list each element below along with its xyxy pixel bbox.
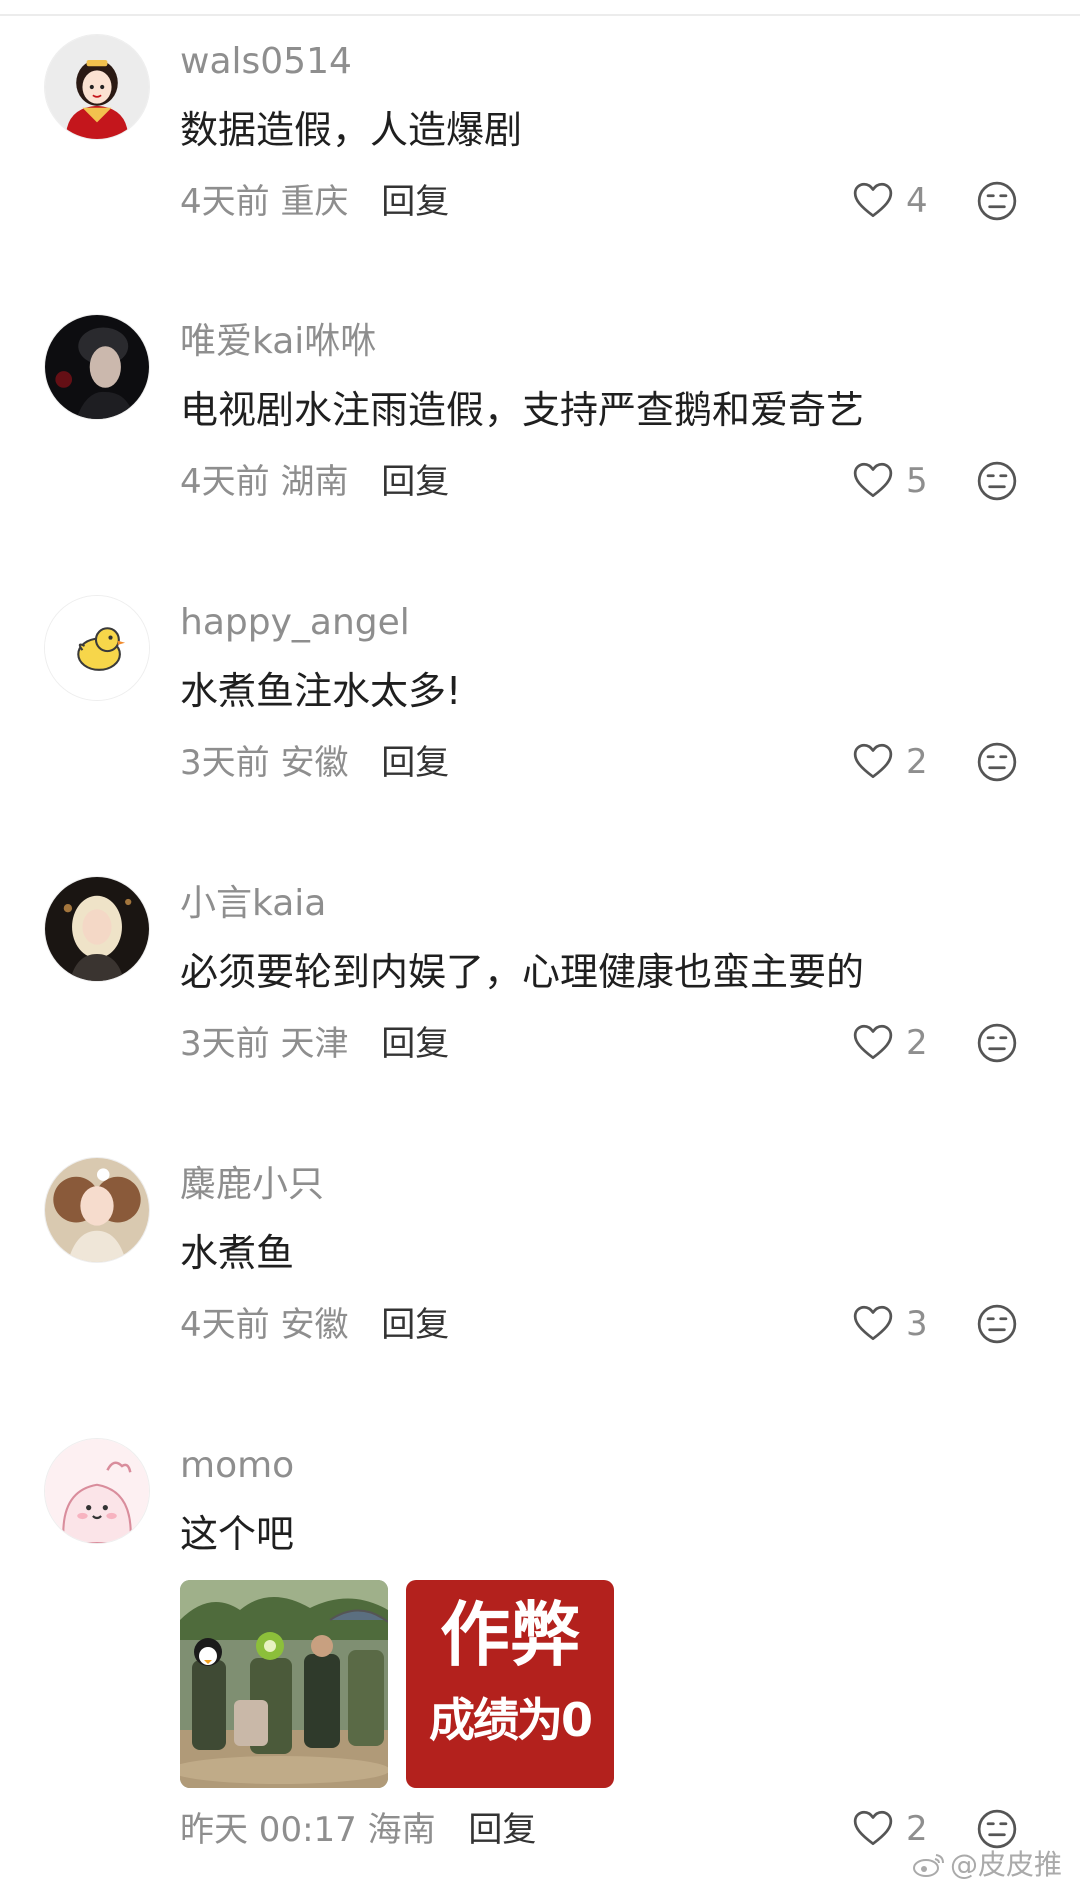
like-count: 2: [906, 742, 928, 782]
like-count: 5: [906, 461, 928, 501]
comment-image-photo[interactable]: [180, 1580, 388, 1788]
heart-outline-icon: [853, 1810, 893, 1846]
like-button[interactable]: 2: [852, 1804, 928, 1854]
neutral-face-icon: [977, 1304, 1017, 1344]
dislike-button[interactable]: [976, 1303, 1018, 1345]
watermark-text: @皮皮推: [950, 1848, 1063, 1881]
neutral-face-icon: [977, 1809, 1017, 1849]
like-button[interactable]: 5: [852, 456, 928, 506]
like-button[interactable]: 2: [852, 737, 928, 787]
comment-time: 4天前: [180, 462, 270, 502]
avatar[interactable]: [44, 1438, 150, 1544]
comment-meta: 4天前 安徽 回复: [180, 1303, 449, 1347]
weibo-logo-icon: [913, 1854, 944, 1877]
comment-location: 安徽: [280, 1305, 349, 1345]
reply-button[interactable]: 回复: [381, 1024, 449, 1064]
reply-button[interactable]: 回复: [381, 1305, 449, 1345]
avatar[interactable]: [44, 34, 150, 140]
like-count: 2: [906, 1809, 928, 1849]
comment-item: wals0514 数据造假，人造爆剧 4天前 重庆 回复 4: [0, 34, 1080, 314]
comment-text: 电视剧水注雨造假，支持严查鹅和爱奇艺: [180, 388, 865, 432]
comment-item: momo 这个吧 作弊 成绩为0 昨天 00:17 海南 回复 2: [0, 1438, 1080, 1878]
username[interactable]: momo: [180, 1444, 294, 1488]
dislike-button[interactable]: [976, 460, 1018, 502]
comment-text: 水煮鱼: [180, 1231, 295, 1275]
heart-outline-icon: [853, 1305, 893, 1341]
like-count: 2: [906, 1023, 928, 1063]
comment-time: 4天前: [180, 1305, 270, 1345]
heart-outline-icon: [853, 1024, 893, 1060]
comment-text: 这个吧: [180, 1512, 295, 1556]
username[interactable]: wals0514: [180, 40, 352, 84]
comment-text: 必须要轮到内娱了，心理健康也蛮主要的: [180, 950, 865, 994]
like-button[interactable]: 3: [852, 1299, 928, 1349]
dislike-button[interactable]: [976, 180, 1018, 222]
comment-meta: 4天前 重庆 回复: [180, 180, 449, 224]
dislike-button[interactable]: [976, 1808, 1018, 1850]
comment-location: 天津: [280, 1024, 349, 1064]
avatar[interactable]: [44, 1157, 150, 1263]
comment-image-text-card[interactable]: 作弊 成绩为0: [406, 1580, 614, 1788]
neutral-face-icon: [977, 742, 1017, 782]
dislike-button[interactable]: [976, 741, 1018, 783]
neutral-face-icon: [977, 461, 1017, 501]
reply-button[interactable]: 回复: [468, 1810, 536, 1850]
neutral-face-icon: [977, 1023, 1017, 1063]
reply-button[interactable]: 回复: [381, 462, 449, 502]
watermark: @皮皮推: [912, 1848, 1062, 1882]
heart-outline-icon: [853, 462, 893, 498]
comment-meta: 3天前 天津 回复: [180, 1022, 449, 1066]
comment-location: 重庆: [280, 182, 349, 222]
avatar[interactable]: [44, 314, 150, 420]
comment-location: 湖南: [280, 462, 349, 502]
avatar[interactable]: [44, 876, 150, 982]
comment-meta: 昨天 00:17 海南 回复: [180, 1808, 536, 1852]
comment-time: 4天前: [180, 182, 270, 222]
comment-time: 3天前: [180, 743, 270, 783]
comment-item: 麋鹿小只 水煮鱼 4天前 安徽 回复 3: [0, 1157, 1080, 1437]
image-card-line1: 作弊: [440, 1594, 580, 1676]
comment-text: 数据造假，人造爆剧: [180, 108, 523, 152]
username[interactable]: 唯爱kai咻咻: [180, 320, 376, 364]
comment-item: 唯爱kai咻咻 电视剧水注雨造假，支持严查鹅和爱奇艺 4天前 湖南 回复 5: [0, 314, 1080, 594]
username[interactable]: 小言kaia: [180, 882, 326, 926]
reply-button[interactable]: 回复: [381, 743, 449, 783]
heart-outline-icon: [853, 182, 893, 218]
reply-button[interactable]: 回复: [381, 182, 449, 222]
neutral-face-icon: [977, 181, 1017, 221]
comment-item: 小言kaia 必须要轮到内娱了，心理健康也蛮主要的 3天前 天津 回复 2: [0, 876, 1080, 1156]
comment-item: happy_angel 水煮鱼注水太多! 3天前 安徽 回复 2: [0, 595, 1080, 875]
top-divider: [0, 14, 1080, 16]
comment-location: 安徽: [280, 743, 349, 783]
like-button[interactable]: 4: [852, 176, 928, 226]
comment-location: 海南: [367, 1810, 436, 1850]
dislike-button[interactable]: [976, 1022, 1018, 1064]
heart-outline-icon: [853, 743, 893, 779]
comment-time: 3天前: [180, 1024, 270, 1064]
like-button[interactable]: 2: [852, 1018, 928, 1068]
comment-text: 水煮鱼注水太多!: [180, 669, 462, 713]
like-count: 3: [906, 1304, 928, 1344]
username[interactable]: 麋鹿小只: [180, 1163, 324, 1207]
image-card-line2: 成绩为0: [428, 1693, 593, 1747]
like-count: 4: [906, 181, 928, 221]
comment-meta: 3天前 安徽 回复: [180, 741, 449, 785]
comment-meta: 4天前 湖南 回复: [180, 460, 449, 504]
username[interactable]: happy_angel: [180, 601, 410, 645]
avatar[interactable]: [44, 595, 150, 701]
comment-time: 昨天 00:17: [180, 1810, 357, 1850]
